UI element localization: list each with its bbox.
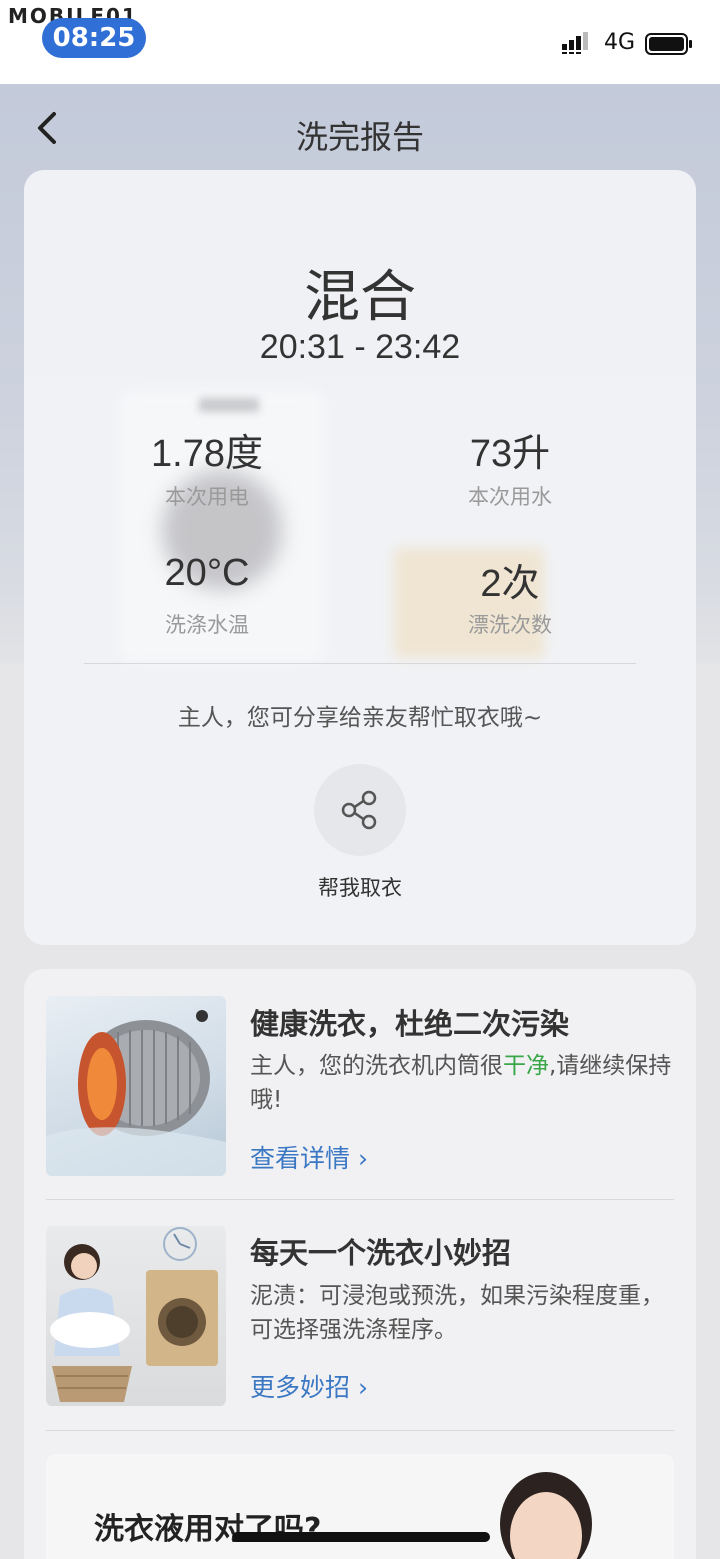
divider [84, 663, 636, 664]
share-button-label[interactable]: 帮我取衣 [24, 872, 696, 902]
share-hint-text: 主人，您可分享给亲友帮忙取衣哦~ [177, 705, 543, 731]
energy-label: 本次用电 [165, 485, 249, 509]
washer-drum-image [46, 1010, 226, 1176]
tip-body-text: 主人，您的洗衣机内筒很 [250, 1053, 503, 1079]
tips-card: 健康洗衣，杜绝二次污染 主人，您的洗衣机内筒很干净,请继续保持哦! 查看详情 ›… [24, 969, 696, 1559]
wash-report-card: 混合 20:31 - 23:42 1.78度 本次用电 73升 本次用水 20°… [24, 170, 696, 945]
drum-image[interactable] [46, 996, 226, 1176]
detergent-banner[interactable]: 洗衣液用对了吗? [46, 1454, 674, 1559]
view-details-link[interactable]: 查看详情 › [250, 1139, 368, 1175]
rinse-count-label: 漂洗次数 [468, 613, 552, 637]
share-button[interactable] [314, 764, 406, 856]
water-label: 本次用水 [468, 485, 552, 509]
status-time: 08:25 [42, 18, 146, 58]
home-indicator[interactable] [232, 1532, 490, 1542]
divider [46, 1430, 674, 1431]
temperature-value: 20°C [164, 552, 250, 594]
laundry-tip-image[interactable] [46, 1226, 226, 1406]
divider [46, 1199, 674, 1200]
share-icon [341, 790, 377, 830]
temperature-label: 洗涤水温 [165, 613, 249, 637]
tip-title-daily: 每天一个洗衣小妙招 [250, 1236, 512, 1270]
tip-title-health: 健康洗衣，杜绝二次污染 [250, 1007, 570, 1041]
wash-time-range: 20:31 - 23:42 [259, 328, 461, 366]
clean-status-highlight: 干净 [503, 1053, 549, 1079]
tip-body-daily: 泥渍：可浸泡或预洗，如果污染程度重，可选择强洗涤程序。 [250, 1283, 664, 1343]
woman-laundry-image [50, 1227, 218, 1402]
program-name: 混合 [304, 265, 416, 330]
status-bar: MOBILE01 08:25 4G [0, 0, 720, 84]
network-type: 4G [604, 30, 636, 55]
energy-value: 1.78度 [151, 433, 263, 475]
washer-panel-illustration [199, 398, 259, 412]
tip-body-health: 主人，您的洗衣机内筒很干净,请继续保持哦! [250, 1049, 680, 1117]
banner-person-image [500, 1472, 592, 1559]
page-title: 洗完报告 [295, 118, 424, 156]
battery-icon [645, 33, 692, 55]
more-tips-link[interactable]: 更多妙招 › [250, 1368, 368, 1404]
signal-icon [562, 32, 588, 54]
water-value: 73升 [469, 433, 551, 475]
rinse-count-value: 2次 [480, 563, 540, 605]
